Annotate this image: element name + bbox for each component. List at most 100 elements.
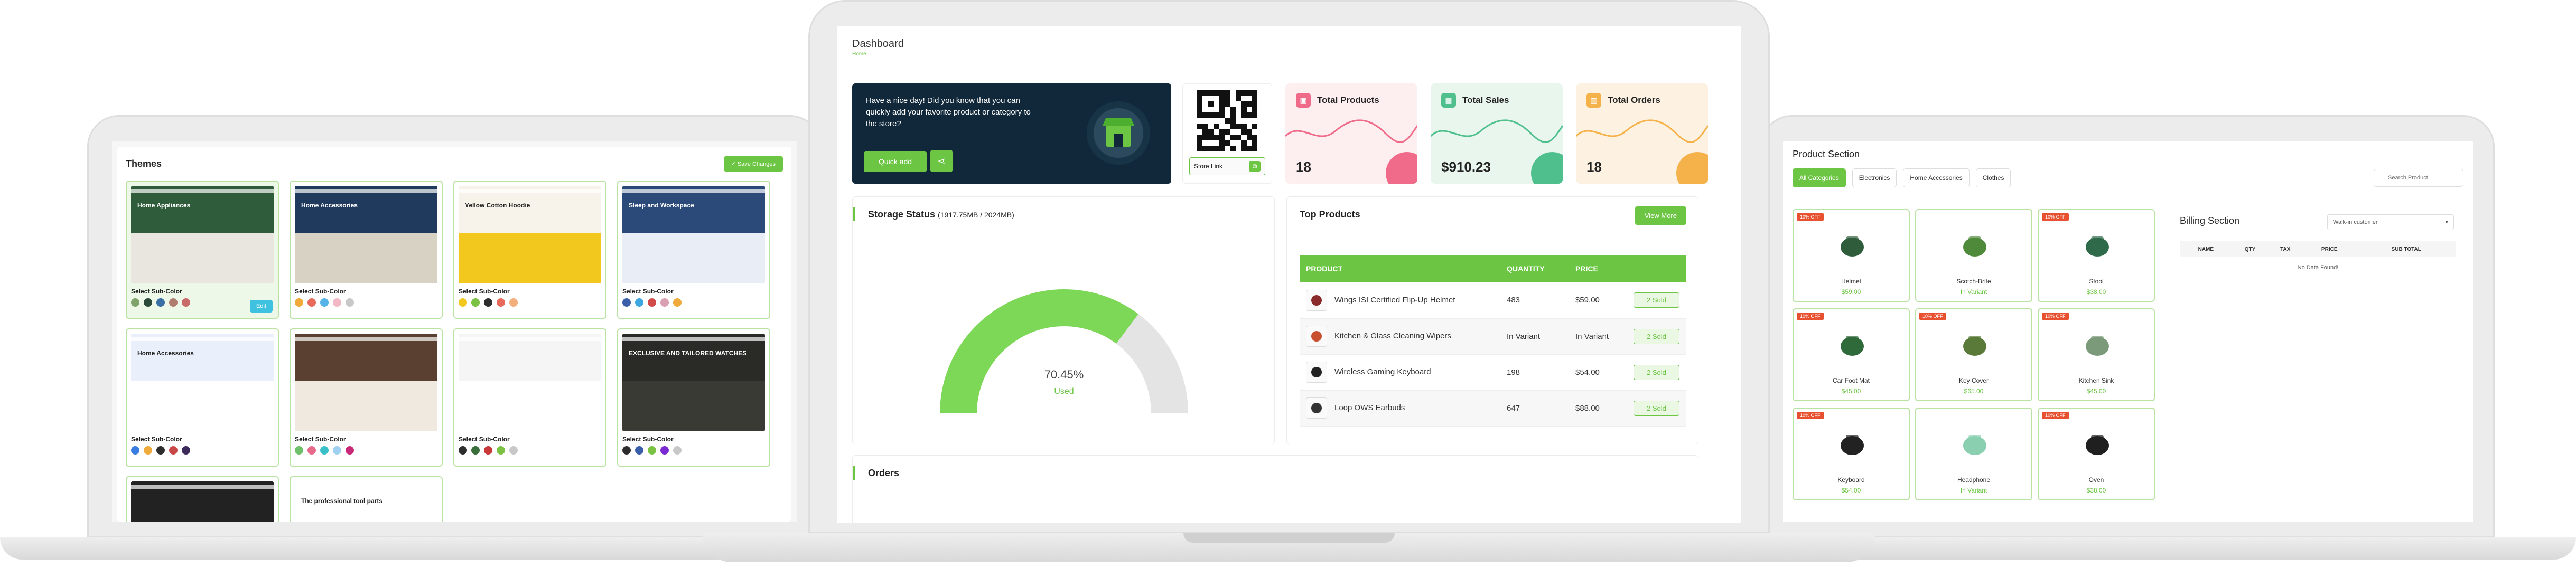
- sold-cell: 2 Sold: [1627, 318, 1686, 355]
- product-name: Wireless Gaming Keyboard: [1334, 367, 1431, 376]
- theme-card[interactable]: Sleep and Workspace Select Sub-Color: [617, 181, 770, 319]
- check-icon: ✓: [731, 160, 738, 167]
- col-product: PRODUCT: [1300, 255, 1500, 282]
- color-swatch[interactable]: [509, 298, 518, 307]
- color-swatch[interactable]: [131, 298, 139, 307]
- color-swatch[interactable]: [182, 298, 190, 307]
- color-swatch[interactable]: [484, 298, 492, 307]
- theme-card[interactable]: Select Sub-Color: [290, 328, 443, 467]
- theme-card[interactable]: [126, 476, 279, 522]
- theme-card[interactable]: The professional tool parts: [290, 476, 443, 522]
- color-swatch[interactable]: [673, 298, 682, 307]
- color-swatch[interactable]: [459, 446, 467, 455]
- color-swatch[interactable]: [333, 446, 341, 455]
- share-icon[interactable]: ⋖: [930, 150, 953, 172]
- store-link-label: Store Link: [1194, 163, 1223, 170]
- theme-card[interactable]: Yellow Cotton Hoodie Select Sub-Color: [453, 181, 606, 319]
- color-swatch[interactable]: [169, 446, 178, 455]
- quick-add-button[interactable]: Quick add: [864, 151, 927, 172]
- product-card[interactable]: 10% OFF Keyboard $54.00: [1793, 408, 1910, 500]
- color-swatch[interactable]: [509, 446, 518, 455]
- table-row[interactable]: Kitchen & Glass Cleaning Wipers In Varian…: [1300, 318, 1686, 355]
- color-swatch[interactable]: [295, 446, 303, 455]
- breadcrumb[interactable]: Home: [852, 51, 1726, 57]
- color-swatch[interactable]: [144, 298, 152, 307]
- theme-thumbnail: EXCLUSIVE AND TAILORED WATCHES: [622, 334, 765, 431]
- product-name: Stool: [2089, 278, 2104, 285]
- color-swatch[interactable]: [131, 446, 139, 455]
- table-row[interactable]: Wings ISI Certified Flip-Up Helmet 483 $59…: [1300, 282, 1686, 319]
- color-swatch[interactable]: [459, 298, 467, 307]
- category-home-accessories[interactable]: Home Accessories: [1903, 168, 1970, 187]
- color-swatch[interactable]: [660, 298, 669, 307]
- select-sub-color-label: Select Sub-Color: [459, 435, 510, 443]
- theme-card[interactable]: Home Appliances Select Sub-Color Edit: [126, 181, 279, 319]
- product-image: [1841, 435, 1864, 455]
- product-card[interactable]: 10% OFF Key Cover $65.00: [1915, 308, 2032, 401]
- search-input[interactable]: [2374, 169, 2463, 187]
- edit-theme-button[interactable]: Edit: [250, 300, 273, 313]
- copy-link-icon[interactable]: ⧉: [1249, 161, 1261, 172]
- color-swatch[interactable]: [320, 446, 329, 455]
- view-more-button[interactable]: View More: [1635, 206, 1686, 225]
- theme-card[interactable]: Select Sub-Color: [453, 328, 606, 467]
- product-card[interactable]: 10% OFF Car Foot Mat $45.00: [1793, 308, 1910, 401]
- color-swatch[interactable]: [484, 446, 492, 455]
- color-swatch[interactable]: [648, 446, 656, 455]
- color-swatch[interactable]: [471, 298, 480, 307]
- color-swatch[interactable]: [635, 446, 643, 455]
- customer-select[interactable]: Walk-in customer ▾: [2327, 214, 2454, 230]
- color-swatch[interactable]: [622, 446, 631, 455]
- color-swatch[interactable]: [182, 446, 190, 455]
- color-swatch[interactable]: [497, 298, 505, 307]
- color-swatch[interactable]: [333, 298, 341, 307]
- category-electronics[interactable]: Electronics: [1852, 168, 1897, 187]
- product-card[interactable]: Scotch-Brite In Variant: [1915, 209, 2032, 302]
- qr-card: Store Link ⧉: [1182, 83, 1272, 184]
- color-swatch[interactable]: [144, 446, 152, 455]
- top-products-card: Top Products View More PRODUCT QUANTITY …: [1286, 196, 1698, 444]
- theme-card[interactable]: EXCLUSIVE AND TAILORED WATCHES Select Sub…: [617, 328, 770, 467]
- chevron-down-icon: ▾: [2445, 219, 2448, 225]
- product-image: [2086, 236, 2109, 257]
- product-card[interactable]: Headphone In Variant: [1915, 408, 2032, 500]
- theme-card[interactable]: Home Accessories Select Sub-Color: [290, 181, 443, 319]
- color-swatch[interactable]: [471, 446, 480, 455]
- save-changes-button[interactable]: ✓ Save Changes: [723, 156, 783, 172]
- color-swatch[interactable]: [156, 446, 165, 455]
- color-swatch[interactable]: [169, 298, 178, 307]
- select-sub-color-label: Select Sub-Color: [622, 435, 674, 443]
- color-swatch[interactable]: [497, 446, 505, 455]
- table-row[interactable]: Wireless Gaming Keyboard 198 $54.00 2 Sold: [1300, 354, 1686, 391]
- color-swatch[interactable]: [320, 298, 329, 307]
- color-swatch[interactable]: [346, 446, 354, 455]
- product-thumbnail: [1306, 289, 1327, 311]
- color-swatch[interactable]: [295, 298, 303, 307]
- theme-card[interactable]: Home Accessories Select Sub-Color: [126, 328, 279, 467]
- product-card[interactable]: 10% OFF Oven $38.00: [2038, 408, 2155, 500]
- store-link-field[interactable]: Store Link ⧉: [1189, 157, 1265, 175]
- color-swatch[interactable]: [673, 446, 682, 455]
- category-clothes[interactable]: Clothes: [1975, 168, 2011, 187]
- color-swatch[interactable]: [307, 446, 316, 455]
- select-sub-color-label: Select Sub-Color: [295, 435, 346, 443]
- product-card[interactable]: 10% OFF Kitchen Sink $45.00: [2038, 308, 2155, 401]
- color-swatch[interactable]: [660, 446, 669, 455]
- category-all[interactable]: All Categories: [1793, 168, 1846, 187]
- color-swatches: [622, 446, 765, 455]
- color-swatch[interactable]: [156, 298, 165, 307]
- color-swatch[interactable]: [635, 298, 643, 307]
- product-card[interactable]: 10% OFF Helmet $59.00: [1793, 209, 1910, 302]
- save-changes-label: Save Changes: [737, 160, 776, 167]
- color-swatch[interactable]: [346, 298, 354, 307]
- color-swatch[interactable]: [648, 298, 656, 307]
- product-image: [1841, 236, 1864, 257]
- product-card[interactable]: 10% OFF Stool $38.00: [2038, 209, 2155, 302]
- product-name: Kitchen & Glass Cleaning Wipers: [1334, 331, 1451, 340]
- color-swatch[interactable]: [307, 298, 316, 307]
- storage-gauge: [940, 289, 1188, 414]
- color-swatch[interactable]: [622, 298, 631, 307]
- price-cell: $59.00: [1569, 282, 1627, 319]
- center-laptop-notch: [1183, 533, 1395, 543]
- table-row[interactable]: Loop OWS Earbuds 647 $88.00 2 Sold: [1300, 390, 1686, 427]
